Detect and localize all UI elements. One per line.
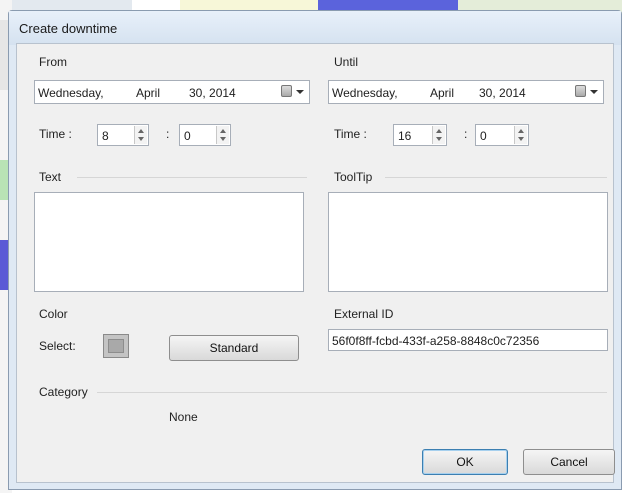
from-time-label: Time : xyxy=(39,127,72,141)
until-minute-spin-buttons[interactable] xyxy=(514,126,527,144)
ok-button[interactable]: OK xyxy=(422,449,508,475)
chevron-down-icon xyxy=(296,90,304,94)
dialog-title: Create downtime xyxy=(19,21,118,36)
until-hour-spin-buttons[interactable] xyxy=(432,126,445,144)
until-calendar-dropdown-button[interactable] xyxy=(575,84,599,100)
spin-up-icon[interactable] xyxy=(436,129,442,133)
spin-up-icon[interactable] xyxy=(518,129,524,133)
divider xyxy=(385,177,607,178)
spin-up-icon[interactable] xyxy=(138,129,144,133)
external-id-label: External ID xyxy=(334,307,394,321)
from-hour-stepper[interactable]: 8 xyxy=(97,124,149,146)
time-separator: : xyxy=(166,127,170,141)
color-swatch-button[interactable] xyxy=(103,334,129,358)
until-time-label: Time : xyxy=(334,127,367,141)
from-date-picker[interactable]: Wednesday, April 30, 2014 xyxy=(34,80,310,104)
until-hour-value: 16 xyxy=(398,129,412,143)
tooltip-textarea[interactable] xyxy=(328,192,608,292)
text-textarea[interactable] xyxy=(34,192,304,292)
spin-down-icon[interactable] xyxy=(518,137,524,141)
until-date-picker[interactable]: Wednesday, April 30, 2014 xyxy=(328,80,604,104)
spin-up-icon[interactable] xyxy=(220,129,226,133)
category-value: None xyxy=(169,410,198,424)
from-hour-spin-buttons[interactable] xyxy=(134,126,147,144)
dialog-titlebar[interactable]: Create downtime xyxy=(9,11,621,45)
until-hour-stepper[interactable]: 16 xyxy=(393,124,447,146)
until-date-day-year: 30, 2014 xyxy=(479,86,526,100)
spin-down-icon[interactable] xyxy=(220,137,226,141)
until-minute-stepper[interactable]: 0 xyxy=(475,124,529,146)
tooltip-label: ToolTip xyxy=(334,170,373,184)
dialog-body: From Wednesday, April 30, 2014 Time : 8 … xyxy=(16,43,615,483)
divider xyxy=(77,177,307,178)
from-date-day-year: 30, 2014 xyxy=(189,86,236,100)
calendar-icon xyxy=(281,85,292,97)
color-select-label: Select: xyxy=(39,339,76,353)
divider xyxy=(97,392,607,393)
external-id-field[interactable]: 56f0f8ff-fcbd-433f-a258-8848c0c72356 xyxy=(328,329,608,351)
until-minute-value: 0 xyxy=(480,129,487,143)
from-minute-spin-buttons[interactable] xyxy=(216,126,229,144)
spin-down-icon[interactable] xyxy=(138,137,144,141)
from-hour-value: 8 xyxy=(102,129,109,143)
category-label: Category xyxy=(39,385,88,399)
until-date-month: April xyxy=(430,86,455,100)
text-label: Text xyxy=(39,170,62,184)
color-label: Color xyxy=(39,307,68,321)
from-label: From xyxy=(39,55,67,69)
standard-color-button[interactable]: Standard xyxy=(169,335,299,361)
until-date-weekday: Wednesday, xyxy=(332,86,398,100)
from-date-month: April xyxy=(136,86,161,100)
from-date-weekday: Wednesday, xyxy=(38,86,104,100)
until-label: Until xyxy=(334,55,359,69)
from-calendar-dropdown-button[interactable] xyxy=(281,84,305,100)
from-minute-value: 0 xyxy=(184,129,191,143)
calendar-icon xyxy=(575,85,586,97)
chevron-down-icon xyxy=(590,90,598,94)
time-separator: : xyxy=(464,127,468,141)
spin-down-icon[interactable] xyxy=(436,137,442,141)
cancel-button[interactable]: Cancel xyxy=(523,449,615,475)
from-minute-stepper[interactable]: 0 xyxy=(179,124,231,146)
external-id-value: 56f0f8ff-fcbd-433f-a258-8848c0c72356 xyxy=(332,334,540,348)
create-downtime-dialog: Create downtime From Wednesday, April 30… xyxy=(8,10,622,490)
